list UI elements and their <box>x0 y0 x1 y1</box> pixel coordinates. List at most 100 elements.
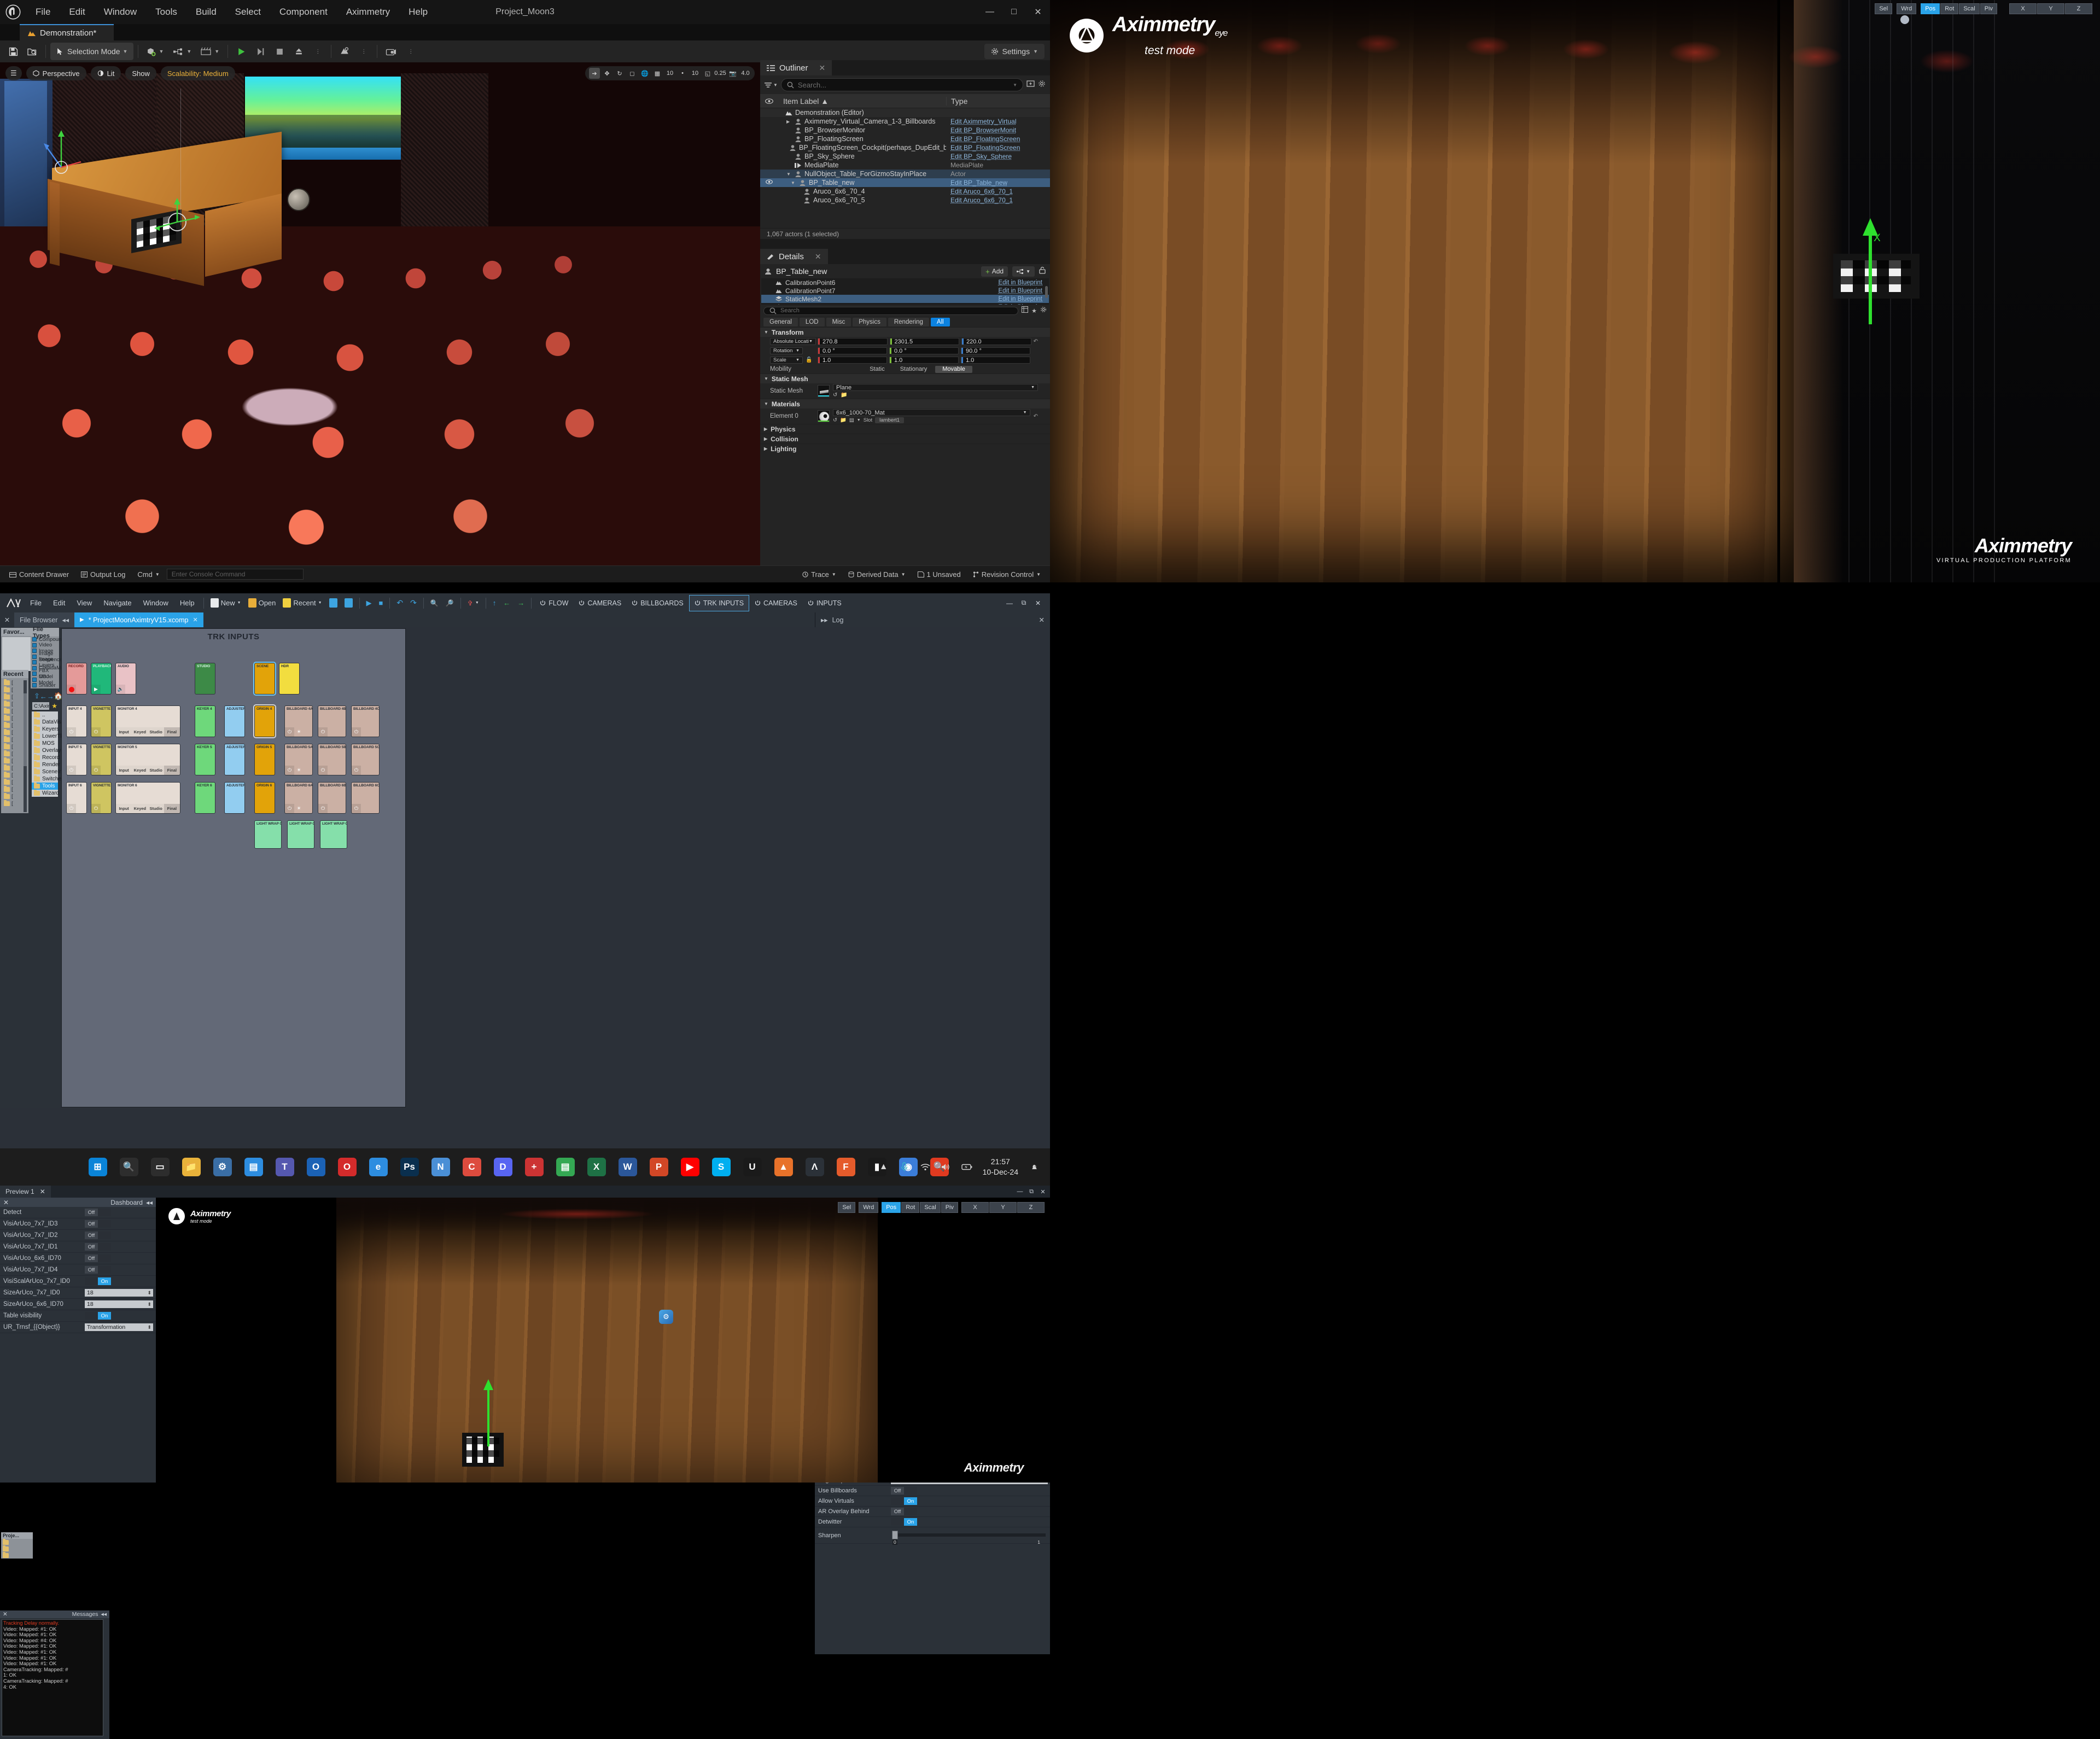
flow-node-billboard-5b[interactable]: BILLBOARD 5B ⏻ <box>318 744 346 775</box>
flow-node-adjuster-6[interactable]: ADJUSTER 6 <box>224 782 245 814</box>
outliner-row-bp-floatingscreen-cockpit-perhaps-dupedit-bp-[interactable]: BP_FloatingScreen_Cockpit(perhaps_DupEdi… <box>760 143 1050 152</box>
selection-mode-button[interactable]: Selection Mode ▼ <box>50 43 134 60</box>
materials-section-header[interactable]: ▼ Materials <box>760 399 1050 409</box>
flow-node-origin-4[interactable]: ORIGIN 4 <box>253 704 276 738</box>
add-actor-button[interactable]: ▼ <box>143 43 167 60</box>
snap-grid-icon[interactable]: ▦ <box>652 68 663 79</box>
location-x-input[interactable]: 270.8 <box>818 338 888 345</box>
flow-node-input-6[interactable]: INPUT 6 ⏻ <box>66 782 87 814</box>
menu-aximmetry[interactable]: Aximmetry <box>337 0 399 24</box>
details-favorites-button[interactable]: ★ <box>1031 307 1037 314</box>
outliner-row-bp-sky-sphere[interactable]: BP_Sky_Sphere Edit BP_Sky_Sphere <box>760 152 1050 161</box>
directory-keyers[interactable]: Keyers <box>32 726 59 733</box>
monitor-segment-keyed[interactable]: Keyed <box>132 727 148 737</box>
ax-menu-window[interactable]: Window <box>138 595 174 611</box>
taskbar-opera[interactable]: O <box>331 1148 363 1186</box>
flow-node-billboard-4b[interactable]: BILLBOARD 4B ⏻ <box>318 705 346 737</box>
details-filter-physics[interactable]: Physics <box>853 317 886 326</box>
checkbox[interactable] <box>32 666 37 670</box>
flow-node-billboard-4c[interactable]: BILLBOARD 4C ⏻ <box>351 705 380 737</box>
flow-node-light-wrap-cam-4[interactable]: LIGHT WRAP CAM-4 <box>254 820 282 849</box>
ax-menu-edit[interactable]: Edit <box>48 595 71 611</box>
flow-node-audio[interactable]: AUDIO 🔈 <box>115 663 136 695</box>
cmd-selector[interactable]: Cmd ▼ <box>132 568 164 581</box>
edit-in-blueprint-link[interactable]: Edit in Blueprint <box>998 279 1042 286</box>
menu-help[interactable]: Help <box>399 0 437 24</box>
outliner-row-type[interactable]: Actor <box>946 170 1050 178</box>
flow-node-keyer-6[interactable]: KEYER 6 <box>195 782 215 814</box>
outliner-row-type[interactable]: Edit Aximmetry_Virtual <box>946 118 1050 125</box>
dash-toggle-visiscalaruco-7x7-id0[interactable]: On <box>85 1277 111 1285</box>
monitor-segment-keyed[interactable]: Keyed <box>132 766 148 775</box>
flow-node-billboard-5a[interactable]: BILLBOARD 5A ⏻ ☀ <box>284 744 313 775</box>
menu-tools[interactable]: Tools <box>146 0 186 24</box>
slot-value[interactable]: lambert1 <box>875 417 905 423</box>
ax-menu-help[interactable]: Help <box>174 595 200 611</box>
up-level-button[interactable]: ↑ <box>489 596 500 610</box>
pv-mode-rot[interactable]: Rot <box>901 1202 920 1213</box>
taskbar-word[interactable]: W <box>612 1148 643 1186</box>
aximmetry-broadcast-button[interactable] <box>382 43 400 60</box>
preview-video-output[interactable]: Aximmetry Aximmetry test mode ⚙ Sel Wrd … <box>156 1198 1050 1483</box>
rotation-x-input[interactable]: 0.0 ° <box>818 347 887 354</box>
outliner-row-bp-floatingscreen[interactable]: BP_FloatingScreen Edit BP_FloatingScreen <box>760 135 1050 143</box>
taskbar-store[interactable]: ▤ <box>238 1148 269 1186</box>
mobility-stationary[interactable]: Stationary <box>893 366 935 373</box>
outliner-row-type[interactable]: Edit Aruco_6x6_70_1 <box>946 188 1050 195</box>
pin-toggle-use-billboards[interactable]: Off <box>891 1487 917 1495</box>
flow-node-light-wrap-cam-5[interactable]: LIGHT WRAP CAM-5 <box>287 820 314 849</box>
save-button[interactable] <box>326 596 341 610</box>
ax-menu-view[interactable]: View <box>71 595 97 611</box>
document-tab[interactable]: ▶ * ProjectMoonAximtryV15.xcomp ✕ <box>74 612 203 627</box>
pv-wrd-button[interactable]: Wrd <box>859 1202 879 1213</box>
browse-to-material-icon[interactable]: ↺ <box>833 417 837 423</box>
outliner-row-aximmetry-virtual-camera-1-3-billboards[interactable]: ▶ Aximmetry_Virtual_Camera_1-3_Billboards… <box>760 117 1050 126</box>
eye-axis-z[interactable]: Z <box>2065 3 2092 14</box>
page-tab-trk-inputs-3[interactable]: TRK INPUTS <box>689 594 750 611</box>
recent-list[interactable]: [[[[[[[[[[[[[[[[[[ <box>2 679 27 813</box>
add-component-button[interactable]: + Add <box>981 266 1008 277</box>
outliner-add-folder-button[interactable] <box>1026 80 1035 90</box>
pin-toggle-ar-overlay-behind[interactable]: Off <box>891 1508 917 1515</box>
checkbox[interactable] <box>32 649 37 653</box>
rotate-tool-icon[interactable]: ↻ <box>614 68 625 79</box>
rotation-dropdown[interactable]: Rotation ▼ <box>770 347 803 354</box>
play-button[interactable] <box>232 43 250 60</box>
derived-data-button[interactable]: Derived Data ▼ <box>843 568 911 581</box>
flow-node-vignette-6[interactable]: VIGNETTE 6 ⏻ <box>91 782 112 814</box>
taskbar-edge[interactable]: e <box>363 1148 394 1186</box>
revision-control-button[interactable]: Revision Control ▼ <box>968 568 1046 581</box>
close-icon[interactable]: ✕ <box>3 1611 8 1618</box>
location-z-input[interactable]: 220.0 <box>961 338 1031 345</box>
monitor-segment-final[interactable]: Final <box>164 804 180 813</box>
microphone-icon[interactable] <box>894 1148 915 1186</box>
directory-wizard[interactable]: Wizard <box>32 790 59 797</box>
close-icon[interactable]: ✕ <box>815 252 821 261</box>
preview-tab[interactable]: Preview 1 ✕ <box>0 1186 51 1198</box>
checkbox[interactable] <box>32 643 37 647</box>
platforms-options-button[interactable]: ⋮ <box>355 43 372 60</box>
flow-node-origin-5[interactable]: ORIGIN 5 <box>254 744 275 775</box>
details-table-view-button[interactable] <box>1022 306 1029 316</box>
viewport-perspective-button[interactable]: Perspective <box>26 66 86 80</box>
rotation-y-input[interactable]: 0.0 ° <box>889 347 959 354</box>
page-tab-inputs-5[interactable]: INPUTS <box>803 595 847 611</box>
location-y-input[interactable]: 2301.5 <box>889 338 960 345</box>
scale-lock-icon[interactable]: 🔓 <box>806 357 812 363</box>
viewport-menu-button[interactable]: ☰ <box>5 66 22 80</box>
nav-back-icon[interactable]: ← <box>40 692 47 701</box>
flow-node-origin-6[interactable]: ORIGIN 6 <box>254 782 275 814</box>
page-tab-cameras-4[interactable]: CAMERAS <box>750 595 802 611</box>
content-drawer-button[interactable]: Content Drawer <box>4 568 74 581</box>
outliner-search-input[interactable]: Search... ▼ <box>780 78 1023 91</box>
unsaved-button[interactable]: 1 Unsaved <box>913 568 966 581</box>
find-material-icon[interactable]: 📁 <box>840 417 847 423</box>
outliner-row-type[interactable]: Edit BP_BrowserMonit <box>946 126 1050 134</box>
stop-button[interactable]: ■ <box>376 596 387 610</box>
browse-to-asset-icon[interactable]: ↺ <box>833 392 837 398</box>
checkbox[interactable] <box>32 654 37 659</box>
section-collision[interactable]: ▶ Collision <box>760 434 1050 443</box>
expand-arrow-icon[interactable]: ▶ <box>786 119 792 124</box>
camera-speed-icon[interactable]: 📷 <box>727 68 738 79</box>
minimize-button[interactable]: — <box>1014 1186 1025 1198</box>
